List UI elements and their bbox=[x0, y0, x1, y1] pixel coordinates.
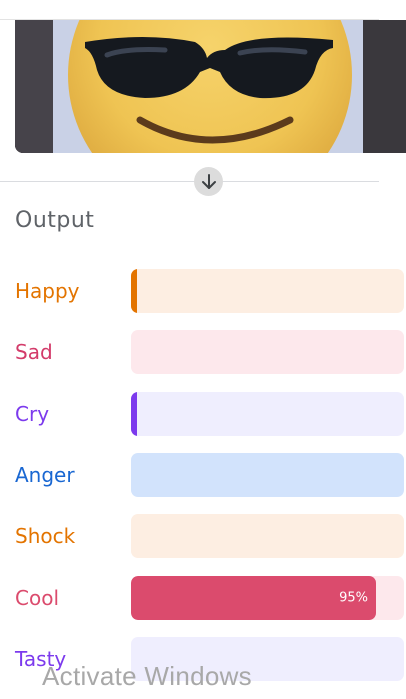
score-track bbox=[131, 330, 404, 374]
output-title: Output bbox=[15, 208, 95, 233]
output-row-cry: Cry bbox=[0, 392, 406, 436]
output-row-sad: Sad bbox=[0, 330, 406, 374]
score-track: 95% bbox=[131, 576, 404, 620]
score-percentage: 95% bbox=[339, 590, 368, 606]
score-fill bbox=[131, 269, 137, 313]
output-row-cool: Cool 95% bbox=[0, 576, 406, 620]
score-track bbox=[131, 453, 404, 497]
output-label: Cry bbox=[15, 402, 50, 426]
output-label: Sad bbox=[15, 340, 53, 364]
activate-windows-watermark: Activate Windows bbox=[42, 661, 252, 691]
score-track bbox=[131, 392, 404, 436]
output-label: Anger bbox=[15, 463, 75, 487]
output-label: Happy bbox=[15, 279, 80, 303]
score-track bbox=[131, 514, 404, 558]
output-row-anger: Anger bbox=[0, 453, 406, 497]
score-fill bbox=[131, 392, 137, 436]
sunglasses-emoji-image bbox=[15, 20, 406, 153]
section-divider bbox=[0, 181, 379, 182]
output-row-shock: Shock bbox=[0, 514, 406, 558]
output-label: Cool bbox=[15, 586, 59, 610]
output-label: Shock bbox=[15, 524, 76, 548]
expand-button[interactable] bbox=[194, 167, 223, 196]
input-image bbox=[15, 20, 406, 153]
score-track bbox=[131, 269, 404, 313]
arrow-down-icon bbox=[201, 173, 216, 189]
output-row-happy: Happy bbox=[0, 269, 406, 313]
